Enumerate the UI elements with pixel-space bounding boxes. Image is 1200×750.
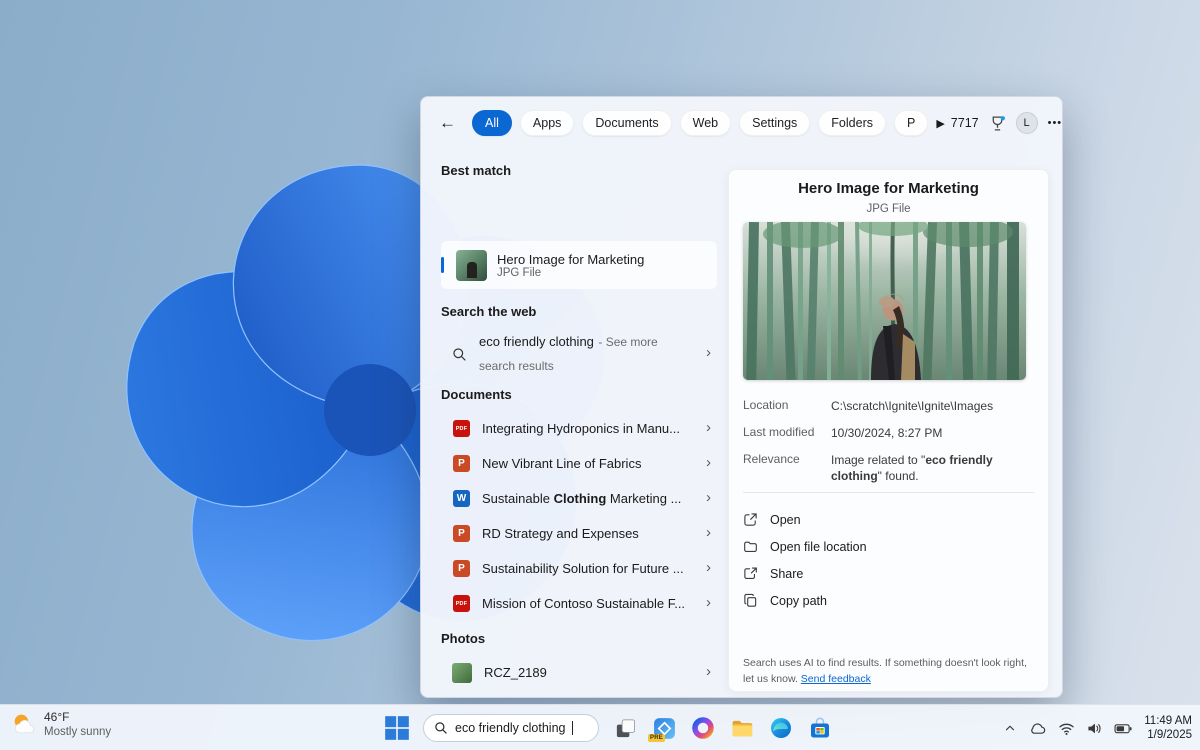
- chevron-right-icon[interactable]: ›: [706, 559, 711, 576]
- web-search-result[interactable]: eco friendly clothing - See more search …: [441, 329, 717, 379]
- best-match-title: Hero Image for Marketing: [497, 252, 644, 267]
- share-action[interactable]: Share: [743, 560, 1033, 587]
- tab-folders[interactable]: Folders: [818, 110, 886, 136]
- start-button[interactable]: [384, 715, 410, 741]
- taskbar-search-input[interactable]: eco friendly clothing: [423, 714, 599, 742]
- file-explorer-button[interactable]: [729, 715, 755, 741]
- account-avatar[interactable]: L: [1016, 112, 1038, 134]
- documents-section-header: Documents: [441, 387, 512, 402]
- chevron-right-icon[interactable]: ›: [706, 419, 711, 436]
- desktop: ← All Apps Documents Web Settings Folder…: [0, 0, 1200, 750]
- weather-condition: Mostly sunny: [44, 725, 111, 739]
- rewards-icon[interactable]: [989, 115, 1006, 132]
- powerpoint-icon: P: [453, 560, 470, 577]
- document-result[interactable]: PDF Mission of Contoso Sustainable F... …: [441, 586, 717, 621]
- best-match-thumbnail: [456, 250, 487, 281]
- document-result[interactable]: P New Vibrant Line of Fabrics ›: [441, 446, 717, 481]
- task-view-button[interactable]: [612, 715, 638, 741]
- tab-apps[interactable]: Apps: [520, 110, 575, 136]
- more-options-icon[interactable]: •••: [1048, 117, 1063, 129]
- photo-result[interactable]: RCZ_2189 ›: [441, 655, 717, 690]
- selection-indicator: [441, 257, 444, 273]
- results-list: Best match Hero Image for Marketing JPG …: [441, 149, 731, 697]
- tray-expand-icon[interactable]: [1003, 721, 1017, 735]
- powerpoint-icon: P: [453, 525, 470, 542]
- edge-browser-button[interactable]: [768, 715, 794, 741]
- location-value: C:\scratch\Ignite\Ignite\Images: [831, 398, 1035, 414]
- wifi-icon[interactable]: [1058, 721, 1075, 736]
- share-icon: [743, 566, 758, 581]
- web-query-text: eco friendly clothing: [479, 334, 594, 349]
- open-action[interactable]: Open: [743, 506, 1033, 533]
- chevron-right-icon[interactable]: ›: [706, 489, 711, 506]
- tab-documents[interactable]: Documents: [582, 110, 671, 136]
- dev-home-button[interactable]: PRE: [651, 715, 677, 741]
- back-icon[interactable]: ←: [439, 113, 456, 133]
- weather-icon: [10, 711, 37, 738]
- battery-icon[interactable]: [1114, 721, 1133, 736]
- chevron-right-icon[interactable]: ›: [706, 663, 711, 680]
- taskbar: 46°F Mostly sunny eco friendly clothing: [0, 704, 1200, 750]
- tab-settings[interactable]: Settings: [739, 110, 810, 136]
- preview-subtitle: JPG File: [729, 203, 1048, 215]
- tabs-scroll-right-icon[interactable]: ▶: [936, 117, 944, 130]
- search-icon: [434, 721, 448, 735]
- microsoft-store-button[interactable]: [807, 715, 833, 741]
- chevron-right-icon[interactable]: ›: [706, 594, 711, 611]
- tab-web[interactable]: Web: [680, 110, 731, 136]
- volume-icon[interactable]: [1086, 721, 1103, 736]
- rewards-points: 7717: [951, 116, 979, 130]
- taskbar-search-value: eco friendly clothing: [455, 721, 565, 735]
- search-flyout: ← All Apps Documents Web Settings Folder…: [420, 96, 1063, 698]
- open-file-location-action[interactable]: Open file location: [743, 533, 1033, 560]
- search-tabs-bar: ← All Apps Documents Web Settings Folder…: [421, 97, 1062, 149]
- weather-widget[interactable]: 46°F Mostly sunny: [10, 710, 111, 739]
- clock[interactable]: 11:49 AM 1/9/2025: [1144, 714, 1192, 742]
- relevance-label: Relevance: [743, 452, 800, 466]
- best-match-subtitle: JPG File: [497, 267, 644, 279]
- document-result[interactable]: W Sustainable Clothing Marketing ... ›: [441, 481, 717, 516]
- modified-value: 10/30/2024, 8:27 PM: [831, 425, 1035, 441]
- pdf-icon: PDF: [453, 420, 470, 437]
- chevron-right-icon[interactable]: ›: [706, 454, 711, 471]
- folder-icon: [743, 539, 758, 554]
- photo-result[interactable]: RCZ_3241 ›: [441, 690, 717, 697]
- word-icon: W: [453, 490, 470, 507]
- tray-time: 11:49 AM: [1144, 714, 1192, 728]
- document-result[interactable]: P Sustainability Solution for Future ...…: [441, 551, 717, 586]
- preview-pane: Hero Image for Marketing JPG File: [728, 169, 1049, 692]
- divider: [743, 492, 1034, 493]
- tray-date: 1/9/2025: [1144, 728, 1192, 742]
- open-external-icon: [743, 512, 758, 527]
- chevron-right-icon[interactable]: ›: [706, 344, 711, 361]
- ai-disclaimer: Search uses AI to find results. If somet…: [743, 656, 1040, 688]
- chevron-right-icon[interactable]: ›: [706, 524, 711, 541]
- tab-all[interactable]: All: [472, 110, 512, 136]
- document-result[interactable]: P RD Strategy and Expenses ›: [441, 516, 717, 551]
- best-match-header: Best match: [441, 163, 511, 178]
- document-result[interactable]: PDF Integrating Hydroponics in Manu... ›: [441, 411, 717, 446]
- photos-section-header: Photos: [441, 631, 485, 646]
- preview-title: Hero Image for Marketing: [729, 180, 1048, 197]
- web-section-header: Search the web: [441, 304, 536, 319]
- modified-label: Last modified: [743, 425, 814, 439]
- copy-path-action[interactable]: Copy path: [743, 587, 1033, 614]
- copilot-taskbar-button[interactable]: [690, 715, 716, 741]
- relevance-value: Image related to "eco friendly clothing"…: [831, 452, 1035, 484]
- copy-icon: [743, 593, 758, 608]
- tab-photos-truncated[interactable]: P: [894, 110, 928, 136]
- weather-temp: 46°F: [44, 710, 111, 725]
- send-feedback-link[interactable]: Send feedback: [801, 673, 871, 685]
- onedrive-icon[interactable]: [1028, 721, 1047, 736]
- search-icon: [452, 347, 467, 362]
- powerpoint-icon: P: [453, 455, 470, 472]
- pre-badge: PRE: [648, 734, 665, 742]
- pdf-icon: PDF: [453, 595, 470, 612]
- location-label: Location: [743, 398, 788, 412]
- best-match-result[interactable]: Hero Image for Marketing JPG File: [441, 241, 717, 289]
- text-cursor: [572, 721, 573, 735]
- photo-thumbnail: [452, 663, 472, 683]
- preview-image: [743, 222, 1026, 380]
